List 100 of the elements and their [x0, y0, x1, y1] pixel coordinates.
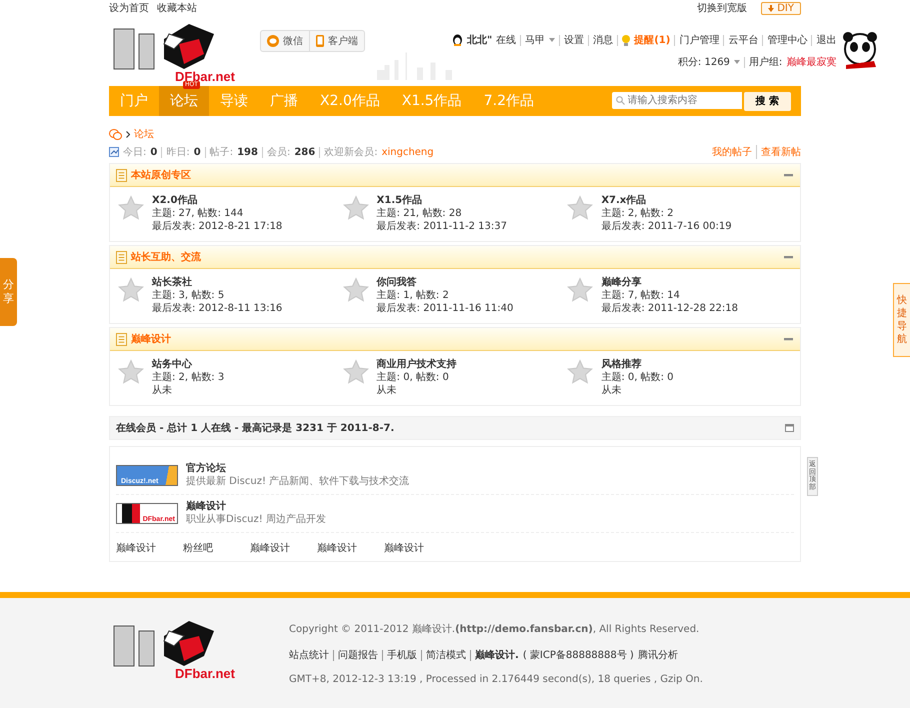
star-icon: [342, 359, 369, 385]
vest-dropdown[interactable]: 马甲: [525, 34, 546, 46]
forum-last-post: 从未: [152, 385, 173, 397]
friend-text-link[interactable]: 粉丝吧: [183, 541, 250, 555]
stat-value: 0: [194, 146, 201, 158]
forum-counts: 主题: 27, 帖数: 144: [152, 208, 244, 220]
user-group-label: 用户组:: [748, 56, 782, 68]
user-link[interactable]: 退出: [816, 34, 836, 46]
search-button[interactable]: 搜 索: [744, 92, 791, 110]
collapse-icon[interactable]: [783, 256, 794, 258]
lightbulb-icon: [622, 34, 630, 46]
username-link[interactable]: 北北": [466, 33, 492, 47]
friend-text-link[interactable]: 巅峰设计: [250, 541, 317, 555]
star-icon: [342, 277, 369, 303]
phone-icon: [316, 35, 324, 47]
caret-icon[interactable]: [549, 38, 556, 42]
star-icon: [118, 359, 144, 385]
footer-link[interactable]: 站点统计: [289, 648, 329, 662]
stat-label: 会员:: [266, 146, 290, 158]
new-member-label: 欢迎新会员:: [324, 146, 378, 158]
forum-name[interactable]: 巅峰分享: [601, 277, 738, 289]
forum-last-post: 最后发表: 2012-8-21 17:18: [152, 221, 282, 233]
caret-icon[interactable]: [734, 60, 740, 64]
forum-name[interactable]: 站长茶社: [152, 277, 282, 289]
wide-version-link[interactable]: 切换到宽版: [697, 1, 748, 15]
forum-home-icon[interactable]: [109, 128, 122, 140]
forum-last-post: 从未: [601, 385, 622, 397]
document-icon: [116, 332, 127, 346]
friend-link-title[interactable]: 巅峰设计: [186, 501, 326, 513]
friend-text-link[interactable]: 巅峰设计: [384, 541, 451, 555]
star-icon: [118, 277, 144, 303]
footer-link[interactable]: 问题报告: [338, 650, 378, 660]
forum-name[interactable]: X2.0作品: [152, 195, 282, 207]
user-link[interactable]: 设置: [564, 34, 584, 46]
copyright-text: Copyright © 2011-2012 巅峰设计.(http://demo.fansbar.cn), All Rights Reserved.: [289, 622, 700, 636]
penguin-icon: [452, 34, 463, 46]
user-link[interactable]: 管理中心: [767, 34, 808, 46]
footer-link[interactable]: 腾讯分析: [638, 650, 678, 660]
search-field[interactable]: 请输入搜索内容: [612, 92, 742, 108]
friend-link-description: 职业从事Discuz! 周边产品开发: [186, 514, 326, 526]
star-icon: [342, 195, 369, 221]
chevron-right-icon: [126, 130, 130, 138]
forum-name[interactable]: X7.x作品: [601, 195, 732, 207]
forum-name[interactable]: 你问我答: [376, 277, 514, 289]
quick-nav-tab[interactable]: 快捷导航: [893, 283, 910, 357]
collapse-icon[interactable]: [783, 174, 794, 176]
stat-value: 286: [294, 146, 316, 158]
forum-last-post: 最后发表: 2011-11-16 11:40: [376, 303, 514, 315]
user-group-link[interactable]: 巅峰最寂寞: [786, 56, 836, 68]
credits-dropdown[interactable]: 积分: 1269: [678, 55, 730, 69]
star-icon: [567, 195, 594, 221]
forum-name[interactable]: 风格推荐: [601, 359, 674, 371]
footer-site-link[interactable]: 巅峰设计.: [475, 650, 519, 660]
forum-last-post: 最后发表: 2011-11-2 13:37: [376, 221, 507, 233]
chat-icon: [266, 35, 279, 47]
friend-link-description: 提供最新 Discuz! 产品新闻、软件下载与技术交流: [186, 476, 410, 488]
stat-value: 0: [150, 146, 158, 158]
stat-value: 198: [237, 146, 258, 158]
online-members-title: 在线会员 - 总计 1 人在线 - 最高记录是 3231 于 2011-8-7.: [116, 421, 394, 435]
stat-label: 昨日:: [166, 146, 190, 158]
expand-icon[interactable]: [785, 424, 794, 432]
forum-counts: 主题: 2, 帖数: 3: [152, 372, 224, 384]
footer-link[interactable]: 简洁模式: [426, 650, 466, 660]
down-arrow-icon: [768, 4, 774, 12]
forum-counts: 主题: 3, 帖数: 5: [152, 290, 226, 302]
forum-last-post: 最后发表: 2011-12-28 22:18: [601, 303, 738, 315]
user-link[interactable]: 云平台: [728, 34, 758, 46]
forum-last-post: 最后发表: 2011-7-16 00:19: [601, 221, 732, 233]
star-icon: [118, 195, 144, 221]
forum-name[interactable]: X1.5作品: [376, 195, 507, 207]
app-button[interactable]: 客户端: [308, 31, 364, 51]
friend-text-link[interactable]: 巅峰设计: [317, 541, 384, 555]
forum-counts: 主题: 21, 帖数: 28: [376, 208, 463, 220]
document-icon: [116, 250, 127, 264]
star-icon: [567, 277, 594, 303]
forum-counts: 主题: 0, 帖数: 0: [376, 372, 450, 384]
forum-counts: 主题: 2, 帖数: 2: [601, 208, 675, 220]
stat-label: 今日:: [123, 146, 146, 159]
icp-link[interactable]: ( 蒙ICP备88888888号 ): [522, 650, 634, 660]
panda-avatar[interactable]: [842, 31, 878, 71]
forum-counts: 主题: 1, 帖数: 2: [376, 290, 450, 302]
forum-counts: 主题: 7, 帖数: 14: [601, 290, 681, 302]
app-button[interactable]: 微信: [260, 31, 309, 51]
forum-last-post: 从未: [376, 385, 398, 397]
processed-info: GMT+8, 2012-12-3 13:19 , Processed in 2.176449 second(s), 18 queries , Gzip On.: [289, 674, 703, 685]
stat-label: 帖子:: [210, 146, 234, 158]
friend-text-link[interactable]: 巅峰设计: [116, 541, 183, 555]
forum-counts: 主题: 0, 帖数: 0: [601, 372, 674, 384]
footer-link[interactable]: 手机版: [387, 650, 417, 660]
collapse-icon[interactable]: [783, 338, 794, 340]
user-link[interactable]: 消息: [593, 34, 614, 46]
chart-icon: [109, 147, 119, 157]
star-icon: [567, 359, 594, 385]
top-link[interactable]: 收藏本站: [157, 1, 197, 15]
top-link[interactable]: 设为首页: [109, 1, 149, 15]
friend-link-title[interactable]: 官方论坛: [186, 463, 410, 475]
forum-name[interactable]: 站务中心: [152, 359, 224, 371]
site-logo[interactable]: DFbar.net: [109, 616, 249, 685]
user-link[interactable]: 门户管理: [679, 34, 720, 46]
forum-name[interactable]: 商业用户技术支持: [376, 359, 457, 371]
